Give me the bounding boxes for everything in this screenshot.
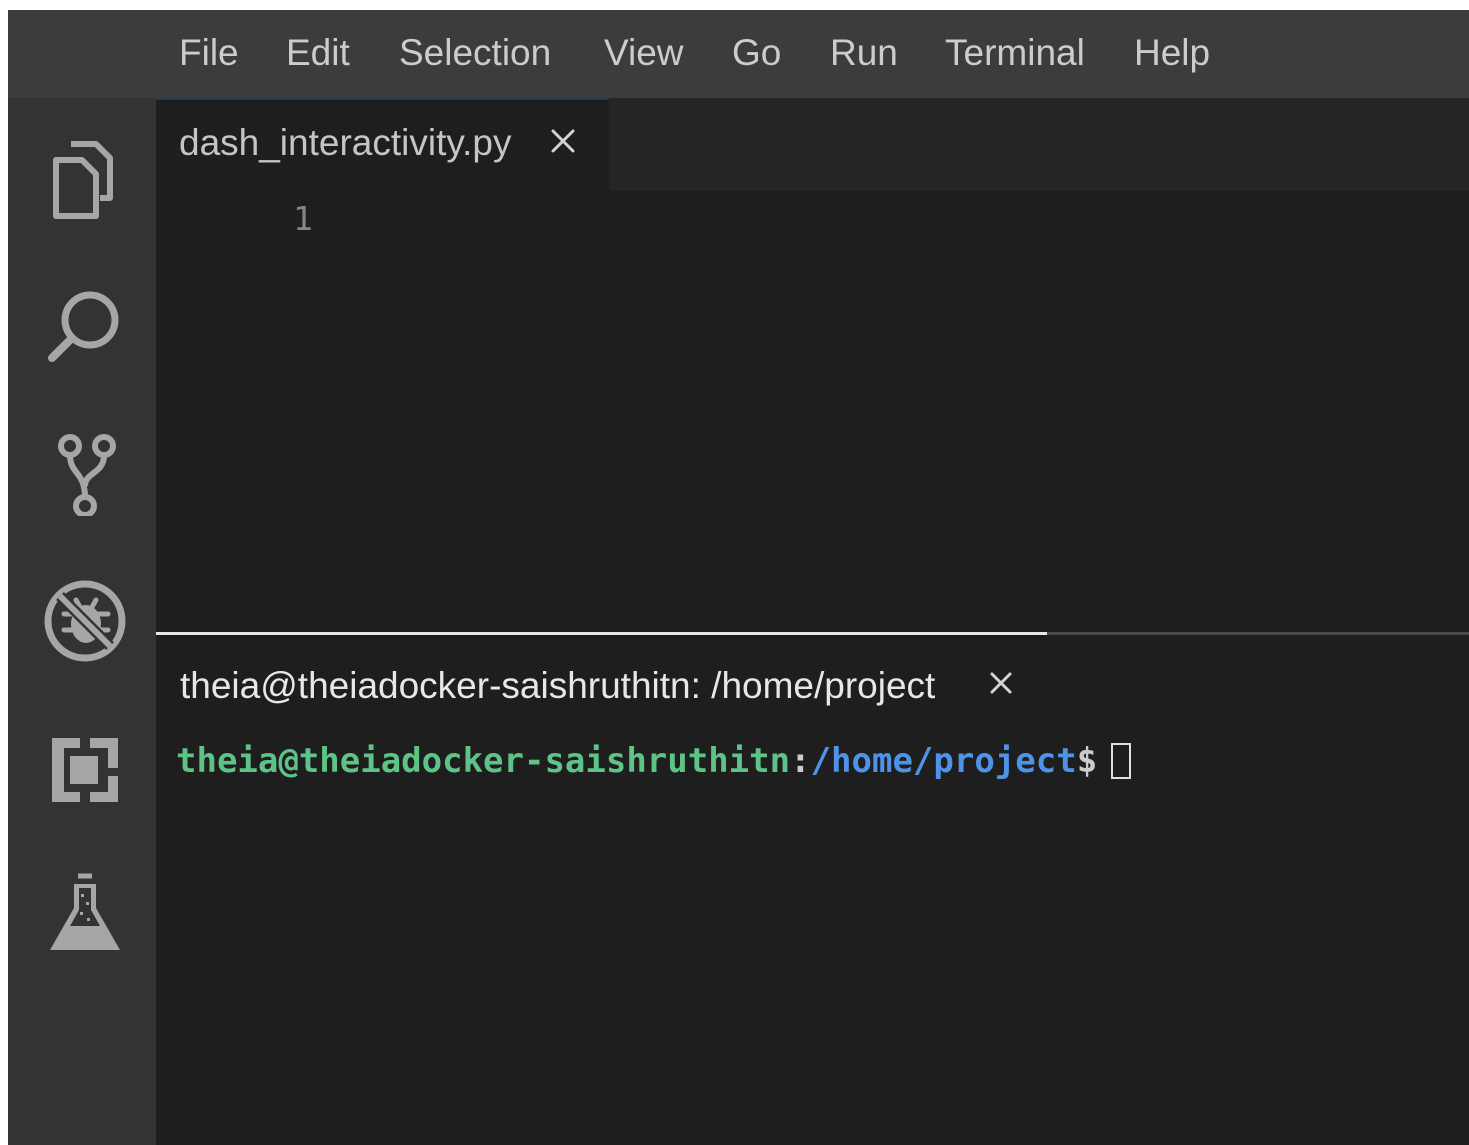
- prompt-symbol: $: [1076, 741, 1098, 781]
- extensions-icon[interactable]: [38, 726, 128, 816]
- menu-run[interactable]: Run: [830, 10, 898, 98]
- explorer-icon[interactable]: [38, 130, 128, 220]
- terminal[interactable]: theia@theiadocker-saishruthitn:/home/pro…: [176, 735, 1456, 1135]
- menu-file[interactable]: File: [179, 10, 239, 98]
- search-icon[interactable]: [38, 282, 128, 372]
- tab-label: dash_interactivity.py: [179, 122, 512, 163]
- lab-flask-icon[interactable]: [38, 868, 128, 958]
- ide-window: File Edit Selection View Go Run Terminal…: [8, 10, 1469, 1145]
- terminal-panel: theia@theiadocker-saishruthitn: /home/pr…: [156, 635, 1469, 1145]
- terminal-cursor: [1111, 743, 1132, 779]
- prompt-separator: :: [790, 741, 811, 781]
- menu-terminal[interactable]: Terminal: [945, 10, 1085, 98]
- source-control-icon[interactable]: [38, 426, 128, 516]
- menu-bar: File Edit Selection View Go Run Terminal…: [8, 10, 1469, 98]
- editor-tab-strip: dash_interactivity.py: [156, 98, 1469, 191]
- line-number: 1: [293, 199, 313, 238]
- menu-view[interactable]: View: [604, 10, 684, 98]
- menu-help[interactable]: Help: [1134, 10, 1210, 98]
- close-icon[interactable]: [546, 120, 580, 160]
- close-icon[interactable]: [986, 665, 1016, 701]
- prompt-user-host: theia@theiadocker-saishruthitn: [176, 741, 791, 781]
- debug-icon[interactable]: [38, 574, 128, 664]
- menu-go[interactable]: Go: [732, 10, 781, 98]
- terminal-tab-label: theia@theiadocker-saishruthitn: /home/pr…: [180, 665, 936, 706]
- activity-bar: [8, 98, 156, 1145]
- menu-edit[interactable]: Edit: [286, 10, 350, 98]
- tab-terminal[interactable]: theia@theiadocker-saishruthitn: /home/pr…: [156, 635, 1056, 735]
- prompt-cwd: /home/project: [810, 741, 1077, 781]
- tab-dash-interactivity[interactable]: dash_interactivity.py: [156, 98, 609, 191]
- code-editor[interactable]: 1: [156, 191, 1469, 632]
- menu-selection[interactable]: Selection: [399, 10, 551, 98]
- terminal-prompt: theia@theiadocker-saishruthitn:/home/pro…: [176, 741, 1132, 781]
